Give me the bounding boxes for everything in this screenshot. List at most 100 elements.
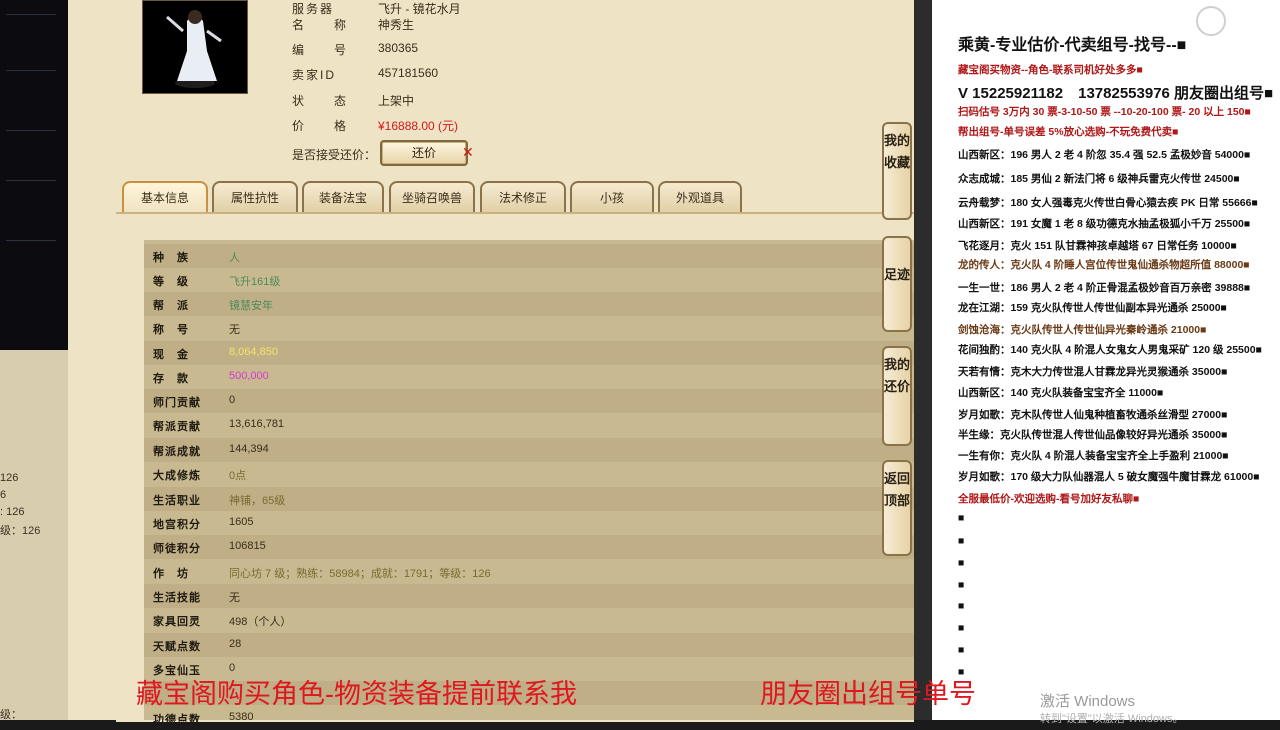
field-label-seller: 卖家ID <box>292 68 337 82</box>
table-row: 作 坊 同心坊 7 级；熟练：58984；成就：1791；等级：126 <box>144 560 914 584</box>
note-line: 龙的传人：克火队 4 阶睡人宫位传世鬼仙通杀物超所值 88000■ <box>958 259 1250 271</box>
note-line: 花间独酌：140 克火队 4 阶混人女鬼女人男鬼采矿 120 级 25500■ <box>958 344 1262 356</box>
table-row: 师门贡献 0 <box>144 389 914 413</box>
row-key: 作 坊 <box>153 568 189 580</box>
close-icon[interactable]: ✕ <box>462 144 474 161</box>
tab-children[interactable]: 小孩 <box>570 181 654 213</box>
tab-equipment[interactable]: 装备法宝 <box>302 181 384 213</box>
row-value: 无 <box>229 592 240 604</box>
row-key: 现 金 <box>153 349 189 361</box>
windows-activation-title: 激活 Windows <box>1040 693 1136 710</box>
tab-spells[interactable]: 法术修正 <box>480 181 566 213</box>
note-line: 山西新区：191 女魔 1 老 8 级功德克水抽孟极狐小千万 25500■ <box>958 218 1251 230</box>
row-value: 同心坊 7 级；熟练：58984；成就：1791；等级：126 <box>229 568 491 580</box>
row-value: 0 <box>229 394 236 406</box>
note-line: ■ <box>958 579 965 591</box>
row-value: 人 <box>229 252 240 264</box>
row-value: 5380 <box>229 711 254 723</box>
table-row: 种 族人 <box>144 244 914 268</box>
note-line: 一生有你：克火队 4 阶混人装备宝宝齐全上手盈利 21000■ <box>958 450 1229 462</box>
table-row: 生活技能 无 <box>144 584 914 608</box>
haggle-label: 是否接受还价： <box>292 148 377 162</box>
row-key: 等 级 <box>153 276 189 288</box>
note-line: 山西新区：196 男人 2 老 4 阶忽 35.4 强 52.5 孟极妙音 54… <box>958 149 1251 161</box>
note-line: 岁月如歌：克木队传世人仙鬼种植畜牧通杀丝滑型 27000■ <box>958 409 1228 421</box>
note-line: 扫码估号 3万内 30 票-3-10-50 票 --10-20-100 票- 2… <box>958 106 1251 118</box>
table-row: 等 级 飞升161级 <box>144 268 914 292</box>
note-line: ■ <box>958 644 965 656</box>
haggle-button[interactable]: 还价 <box>380 140 468 166</box>
note-line: 龙在江湖：159 克火队传世人传世仙副本异光通杀 25000■ <box>958 302 1227 314</box>
note-line: 众志成城：185 男仙 2 新法门将 6 级神兵雷克火传世 24500■ <box>958 173 1240 185</box>
row-key: 师门贡献 <box>153 397 201 409</box>
table-row: 生活职业 神铺，65级 <box>144 487 914 511</box>
windows-activation-subtitle: 转到"设置"以激活 Windows。 <box>1040 713 1184 725</box>
table-row: 存 款 500,000 <box>144 365 914 389</box>
row-key: 师徒积分 <box>153 543 201 555</box>
row-key: 帮派成就 <box>153 446 201 458</box>
table-row: 大成修炼 0点 <box>144 462 914 486</box>
table-row: 帮派成就 144,394 <box>144 438 914 462</box>
row-key: 家具回灵 <box>153 616 201 628</box>
row-value: 498（个人） <box>229 616 292 628</box>
note-line: 岁月如歌：170 级大力队仙器混人 5 破女魔强牛魔甘霖龙 61000■ <box>958 471 1260 483</box>
tab-mounts-pets[interactable]: 坐骑召唤兽 <box>389 181 475 213</box>
field-label-server: 服务器 <box>292 2 335 16</box>
table-row: 帮 派 镜慧安年 <box>144 292 914 316</box>
note-line: 天若有情：克木大力传世混人甘霖龙异光灵猴通杀 35000■ <box>958 366 1228 378</box>
my-offers-button[interactable]: 我的还价 <box>882 346 912 446</box>
field-value-name: 神秀生 <box>378 18 415 32</box>
strip-line <box>6 240 56 241</box>
strip-value: 126 <box>0 472 19 484</box>
note-line: ■ <box>958 600 965 612</box>
row-key: 大成修炼 <box>153 470 201 482</box>
field-value-price: ¥16888.00 (元) <box>378 119 459 133</box>
field-label-status: 状 态 <box>292 94 349 108</box>
row-value: 无 <box>229 324 240 336</box>
note-line: 藏宝阁买物资--角色-联系司机好处多多■ <box>958 64 1143 76</box>
row-value: 神铺，65级 <box>229 495 286 507</box>
character-portrait <box>142 0 248 94</box>
strip-line <box>6 70 56 71</box>
strip-line <box>6 130 56 131</box>
row-value: 1605 <box>229 516 254 528</box>
row-key: 天赋点数 <box>153 641 201 653</box>
field-value-status: 上架中 <box>378 94 415 108</box>
row-key: 帮派贡献 <box>153 421 201 433</box>
table-row: 天赋点数 28 <box>144 633 914 657</box>
row-value: 28 <box>229 638 242 650</box>
strip-line <box>6 180 56 181</box>
note-line: ■ <box>958 557 965 569</box>
field-value-id: 380365 <box>378 41 419 55</box>
row-key: 称 号 <box>153 324 189 336</box>
strip-value: 6 <box>0 489 7 501</box>
field-label-price: 价 格 <box>292 119 349 133</box>
row-key: 帮 派 <box>153 300 189 312</box>
row-key: 种 族 <box>153 252 189 264</box>
table-row: 帮派贡献 13,616,781 <box>144 413 914 437</box>
note-line: 山西新区：140 克火队装备宝宝齐全 11000■ <box>958 387 1164 399</box>
tab-appearance[interactable]: 外观道具 <box>658 181 742 213</box>
favorites-button[interactable]: 我的收藏 <box>882 122 912 220</box>
field-label-id: 编 号 <box>292 43 349 57</box>
strip-value: 级： <box>0 709 22 720</box>
tab-attributes[interactable]: 属性抗性 <box>212 181 298 213</box>
back-to-top-button[interactable]: 返回顶部 <box>882 460 912 556</box>
row-key: 生活技能 <box>153 592 201 604</box>
row-value: 500,000 <box>229 370 269 382</box>
field-label-name: 名 称 <box>292 18 349 32</box>
note-line: 帮出组号-单号误差 5%放心选购-不玩免费代卖■ <box>958 126 1179 138</box>
note-line: ■ <box>958 622 965 634</box>
note-line: 乘黄-专业估价-代卖组号-找号--■ <box>958 37 1187 54</box>
row-value: 0点 <box>229 470 247 482</box>
history-button[interactable]: 足迹 <box>882 236 912 332</box>
table-row: 家具回灵 498（个人） <box>144 608 914 632</box>
table-row: 现 金 8,064,850 <box>144 341 914 365</box>
row-value: 8,064,850 <box>229 346 278 358</box>
stream-logo-icon <box>1196 6 1226 36</box>
tab-basic-info[interactable]: 基本信息 <box>122 181 208 213</box>
field-value-server: 飞升 - 镜花水月 <box>378 2 461 16</box>
row-value: 106815 <box>229 540 266 552</box>
stream-banner-left: 藏宝阁购买角色-物资装备提前联系我 <box>136 679 577 709</box>
note-line: ■ <box>958 535 965 547</box>
